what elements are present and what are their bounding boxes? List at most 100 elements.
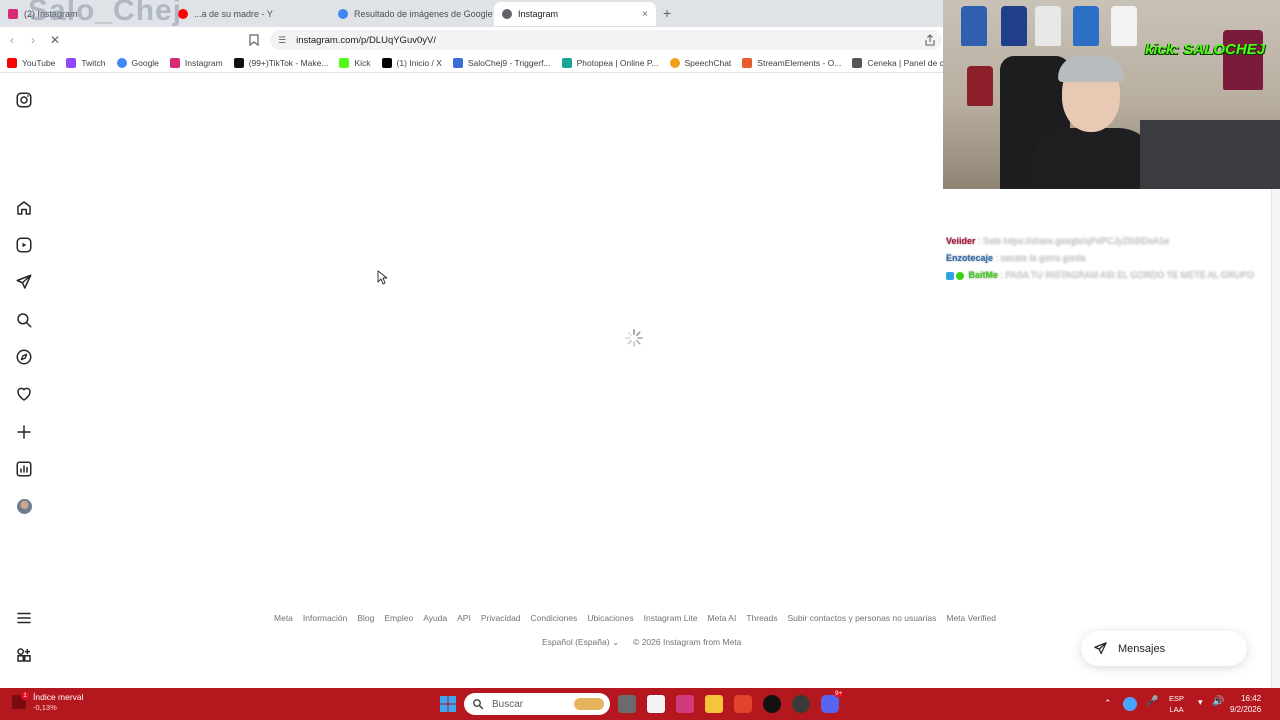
language-indicator[interactable]: ESP LAA <box>1169 693 1184 715</box>
kick-channel-label: kick: SALOCHEJ <box>1145 41 1266 58</box>
bookmark-label: SaloChej9 - Triggerf... <box>467 57 551 68</box>
close-tab-icon[interactable]: × <box>642 9 648 20</box>
stop-loading-icon[interactable]: ✕ <box>50 33 60 47</box>
microsoft-store-icon[interactable] <box>647 695 665 713</box>
chat-text: Salo https://share.google/qPdPCJyZK6fDeA… <box>983 236 1170 246</box>
bookmark-label: StreamElements - O... <box>757 57 842 68</box>
tab-google-images[interactable]: Resultado de imágenes de Google <box>330 2 494 26</box>
google-favicon-icon <box>338 9 348 19</box>
bookmark-x[interactable]: (1) Inicio / X <box>381 57 442 68</box>
new-tab-button[interactable]: + <box>663 5 671 21</box>
search-placeholder: Buscar <box>492 698 524 710</box>
explore-icon[interactable] <box>13 346 35 368</box>
footer-link[interactable]: Meta AI <box>708 613 737 623</box>
footer-link[interactable]: API <box>457 613 471 623</box>
home-icon[interactable] <box>13 197 35 219</box>
messages-icon[interactable] <box>13 271 35 293</box>
bookmark-kick[interactable]: Kick <box>339 57 371 68</box>
stream-watermark: Salo_Chej <box>28 0 183 27</box>
bookmark-speechchat[interactable]: SpeechChat <box>669 57 731 68</box>
youtube-icon <box>7 57 17 68</box>
tab-youtube-video[interactable]: ...a de su madre - Y <box>170 2 330 26</box>
notifications-heart-icon[interactable] <box>13 383 35 405</box>
clock-date: 9/2/2026 <box>1230 705 1262 714</box>
create-plus-icon[interactable] <box>13 421 35 443</box>
footer-link[interactable]: Condiciones <box>531 613 578 623</box>
app-circle-icon[interactable] <box>792 695 810 713</box>
app-pink-icon[interactable] <box>676 695 694 713</box>
windows-start-icon[interactable] <box>440 696 456 712</box>
share-icon[interactable] <box>924 34 936 46</box>
back-icon[interactable]: ‹ <box>10 33 14 47</box>
address-bar[interactable]: ☰ instagram.com/p/DLUqYGuv0yV/ <box>270 30 942 50</box>
footer-bottom: Español (España) ⌄ © 2026 Instagram from… <box>542 637 741 648</box>
brave-browser-icon[interactable] <box>734 695 752 713</box>
bookmarks-bar: YouTube Twitch Google Instagram (99+)Tik… <box>0 53 943 73</box>
bookmark-label: YouTube <box>22 57 56 68</box>
bookmark-label: Twitch <box>81 57 106 68</box>
search-icon[interactable] <box>13 309 35 331</box>
instagram-icon <box>169 57 180 68</box>
tab-label: ...a de su madre - Y <box>194 9 273 19</box>
bookmark-instagram[interactable]: Instagram <box>169 57 223 68</box>
chat-username: Veiider <box>946 236 976 246</box>
x-icon <box>381 57 392 68</box>
bookmark-youtube[interactable]: YouTube <box>7 57 56 68</box>
footer-link[interactable]: Empleo <box>384 613 413 623</box>
also-from-meta-icon[interactable] <box>13 644 35 666</box>
jersey-white <box>1035 6 1061 46</box>
reels-icon[interactable] <box>13 234 35 256</box>
weather-stock-widget[interactable]: 1 Índice merval -0,13% <box>12 692 84 712</box>
footer-link[interactable]: Información <box>303 613 347 623</box>
instagram-logo-icon[interactable] <box>13 89 35 111</box>
page-scrollbar[interactable] <box>1271 189 1280 688</box>
microphone-icon[interactable]: 🎤 <box>1146 696 1158 707</box>
file-explorer-icon[interactable] <box>705 695 723 713</box>
footer-links: Meta Información Blog Empleo Ayuda API P… <box>0 613 1270 623</box>
footer-link[interactable]: Ayuda <box>423 613 447 623</box>
bookmark-star-icon[interactable] <box>249 34 259 46</box>
loading-spinner-icon <box>625 329 643 347</box>
wifi-icon[interactable]: ▾ <box>1198 697 1203 708</box>
bookmark-streamelements[interactable]: StreamElements - O... <box>742 57 842 68</box>
messages-button[interactable]: Mensajes <box>1081 631 1247 666</box>
desk-equipment <box>1140 120 1280 189</box>
obs-studio-icon[interactable] <box>763 695 781 713</box>
discord-icon[interactable]: 9+ <box>821 691 843 713</box>
streamer-body <box>1030 128 1158 189</box>
footer-link[interactable]: Subir contactos y personas no usuarias <box>788 613 937 623</box>
forward-icon[interactable]: › <box>31 33 35 47</box>
footer-link[interactable]: Threads <box>746 613 777 623</box>
bookmark-triggerfyre[interactable]: SaloChej9 - Triggerf... <box>452 57 551 68</box>
volume-icon[interactable]: 🔊 <box>1212 696 1224 707</box>
bookmark-ceneka[interactable]: Ceneka | Panel de c... <box>852 57 943 68</box>
bookmark-photopea[interactable]: Photopea | Online P... <box>561 57 659 68</box>
onedrive-icon[interactable] <box>1123 697 1137 711</box>
bookmark-google[interactable]: Google <box>116 57 159 68</box>
task-view-icon[interactable] <box>618 695 636 713</box>
profile-avatar[interactable] <box>13 495 35 517</box>
bookmark-twitch[interactable]: Twitch <box>66 57 106 68</box>
dashboard-icon[interactable] <box>13 458 35 480</box>
bookmark-label: Google <box>131 57 159 68</box>
footer-link[interactable]: Meta <box>274 613 293 623</box>
language-selector[interactable]: Español (España) ⌄ <box>542 637 619 648</box>
taskbar-search[interactable]: Buscar <box>464 693 610 715</box>
chat-username: Enzotecaje <box>946 253 994 263</box>
footer-link[interactable]: Ubicaciones <box>587 613 633 623</box>
streamelements-icon <box>742 57 753 68</box>
site-settings-icon[interactable]: ☰ <box>278 35 286 46</box>
footer-link[interactable]: Privacidad <box>481 613 521 623</box>
tab-instagram-active[interactable]: Instagram × <box>494 2 656 26</box>
bookmark-label: Kick <box>354 57 371 68</box>
kick-icon <box>339 57 350 68</box>
bookmark-label: (99+)TikTok - Make... <box>248 57 329 68</box>
system-clock[interactable]: 16:42 9/2/2026 <box>1230 693 1261 715</box>
show-hidden-icons-chevron[interactable]: ⌃ <box>1104 698 1112 709</box>
bookmark-tiktok[interactable]: (99+)TikTok - Make... <box>233 57 329 68</box>
footer-link[interactable]: Blog <box>357 613 374 623</box>
footer-link[interactable]: Instagram Lite <box>644 613 698 623</box>
footer-link[interactable]: Meta Verified <box>946 613 996 623</box>
widget-title: Índice merval <box>33 692 84 702</box>
jersey-blue-2 <box>1073 6 1099 46</box>
